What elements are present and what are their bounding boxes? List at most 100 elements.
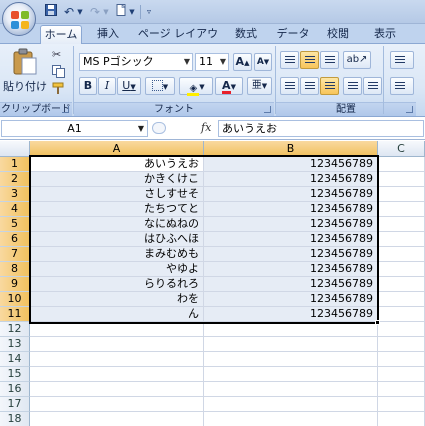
- select-all-button[interactable]: [0, 141, 30, 157]
- cell-b[interactable]: 123456789: [204, 187, 378, 202]
- cell-b[interactable]: 123456789: [204, 307, 378, 322]
- phonetic-guide-button[interactable]: 亜▼: [247, 77, 272, 95]
- cell-a[interactable]: さしすせそ: [30, 187, 204, 202]
- merge-center-button[interactable]: [390, 77, 414, 95]
- cell-c[interactable]: [378, 337, 425, 352]
- font-size-combo[interactable]: 11 ▼: [195, 53, 229, 71]
- italic-button[interactable]: I: [98, 77, 116, 95]
- alignment-launcher-icon[interactable]: [406, 106, 413, 113]
- save-icon[interactable]: [44, 4, 58, 20]
- orientation-button[interactable]: ab↗: [343, 51, 371, 69]
- row-header[interactable]: 13: [0, 337, 30, 352]
- row-header[interactable]: 16: [0, 382, 30, 397]
- row-header[interactable]: 9: [0, 277, 30, 292]
- cell-a[interactable]: [30, 352, 204, 367]
- formula-bar-handle-icon[interactable]: [152, 122, 166, 134]
- copy-icon[interactable]: [52, 65, 66, 79]
- cell-c[interactable]: [378, 382, 425, 397]
- align-middle-button[interactable]: [300, 51, 319, 69]
- cell-c[interactable]: [378, 367, 425, 382]
- align-top-button[interactable]: [280, 51, 299, 69]
- cell-c[interactable]: [378, 292, 425, 307]
- cell-b[interactable]: 123456789: [204, 292, 378, 307]
- cell-a[interactable]: [30, 412, 204, 426]
- row-header[interactable]: 2: [0, 172, 30, 187]
- cell-b[interactable]: 123456789: [204, 217, 378, 232]
- cell-b[interactable]: 123456789: [204, 262, 378, 277]
- qat-customize-icon[interactable]: ▼: [128, 4, 136, 20]
- cell-a[interactable]: わを: [30, 292, 204, 307]
- cell-c[interactable]: [378, 412, 425, 426]
- align-right-button[interactable]: [320, 77, 339, 95]
- cell-a[interactable]: かきくけこ: [30, 172, 204, 187]
- row-header[interactable]: 17: [0, 397, 30, 412]
- row-header[interactable]: 11: [0, 307, 30, 322]
- redo-icon[interactable]: ↷: [88, 4, 102, 20]
- cell-c[interactable]: [378, 322, 425, 337]
- cell-c[interactable]: [378, 232, 425, 247]
- cell-b[interactable]: 123456789: [204, 247, 378, 262]
- column-header-c[interactable]: C: [378, 141, 425, 157]
- cell-a[interactable]: はひふへほ: [30, 232, 204, 247]
- grow-font-button[interactable]: A▲: [233, 53, 252, 71]
- tab-review[interactable]: 校閲: [320, 25, 356, 44]
- font-color-button[interactable]: A▼: [215, 77, 243, 95]
- tab-data[interactable]: データ: [272, 25, 314, 44]
- tab-insert[interactable]: 挿入: [90, 25, 126, 44]
- cell-b[interactable]: [204, 352, 378, 367]
- cell-b[interactable]: 123456789: [204, 277, 378, 292]
- cell-a[interactable]: あいうえお: [30, 157, 204, 172]
- column-header-b[interactable]: B: [204, 141, 378, 157]
- cell-a[interactable]: [30, 397, 204, 412]
- row-header[interactable]: 7: [0, 247, 30, 262]
- cell-b[interactable]: [204, 367, 378, 382]
- paste-button[interactable]: 貼り付け: [3, 48, 47, 98]
- cell-c[interactable]: [378, 217, 425, 232]
- cell-c[interactable]: [378, 352, 425, 367]
- cell-b[interactable]: [204, 397, 378, 412]
- cell-b[interactable]: [204, 337, 378, 352]
- shrink-font-button[interactable]: A▼: [254, 53, 272, 71]
- cell-b[interactable]: [204, 382, 378, 397]
- fill-handle[interactable]: [375, 320, 380, 325]
- increase-indent-button[interactable]: [363, 77, 382, 95]
- font-name-combo[interactable]: MS Pゴシック ▼: [79, 53, 193, 71]
- wrap-text-button[interactable]: [390, 51, 414, 69]
- cell-a[interactable]: [30, 382, 204, 397]
- cell-c[interactable]: [378, 157, 425, 172]
- align-center-button[interactable]: [300, 77, 319, 95]
- cell-a[interactable]: [30, 322, 204, 337]
- cut-icon[interactable]: ✂: [52, 48, 66, 62]
- row-header[interactable]: 3: [0, 187, 30, 202]
- tab-page-layout[interactable]: ページ レイアウト: [134, 25, 222, 58]
- cell-a[interactable]: [30, 367, 204, 382]
- tab-formulas[interactable]: 数式: [228, 25, 264, 44]
- row-header[interactable]: 14: [0, 352, 30, 367]
- row-header[interactable]: 4: [0, 202, 30, 217]
- underline-button[interactable]: U▼: [117, 77, 141, 95]
- cell-a[interactable]: たちつてと: [30, 202, 204, 217]
- row-header[interactable]: 8: [0, 262, 30, 277]
- qat-more-icon[interactable]: ▿: [144, 4, 154, 20]
- row-header[interactable]: 1: [0, 157, 30, 172]
- cell-b[interactable]: [204, 412, 378, 426]
- redo-dropdown-icon[interactable]: ▼: [102, 4, 110, 20]
- cell-c[interactable]: [378, 202, 425, 217]
- cell-c[interactable]: [378, 247, 425, 262]
- insert-function-icon[interactable]: fx: [201, 121, 211, 134]
- align-bottom-button[interactable]: [320, 51, 339, 69]
- font-launcher-icon[interactable]: [264, 106, 271, 113]
- cell-c[interactable]: [378, 307, 425, 322]
- tab-home[interactable]: ホーム: [40, 25, 82, 44]
- bold-button[interactable]: B: [79, 77, 97, 95]
- name-box[interactable]: A1 ▼: [1, 120, 148, 137]
- quick-print-icon[interactable]: [114, 3, 128, 20]
- cell-a[interactable]: やゆよ: [30, 262, 204, 277]
- decrease-indent-button[interactable]: [343, 77, 362, 95]
- borders-button[interactable]: ▼: [145, 77, 175, 95]
- tab-view[interactable]: 表示: [364, 25, 406, 44]
- row-header[interactable]: 15: [0, 367, 30, 382]
- cell-a[interactable]: [30, 337, 204, 352]
- cell-c[interactable]: [378, 172, 425, 187]
- cell-c[interactable]: [378, 397, 425, 412]
